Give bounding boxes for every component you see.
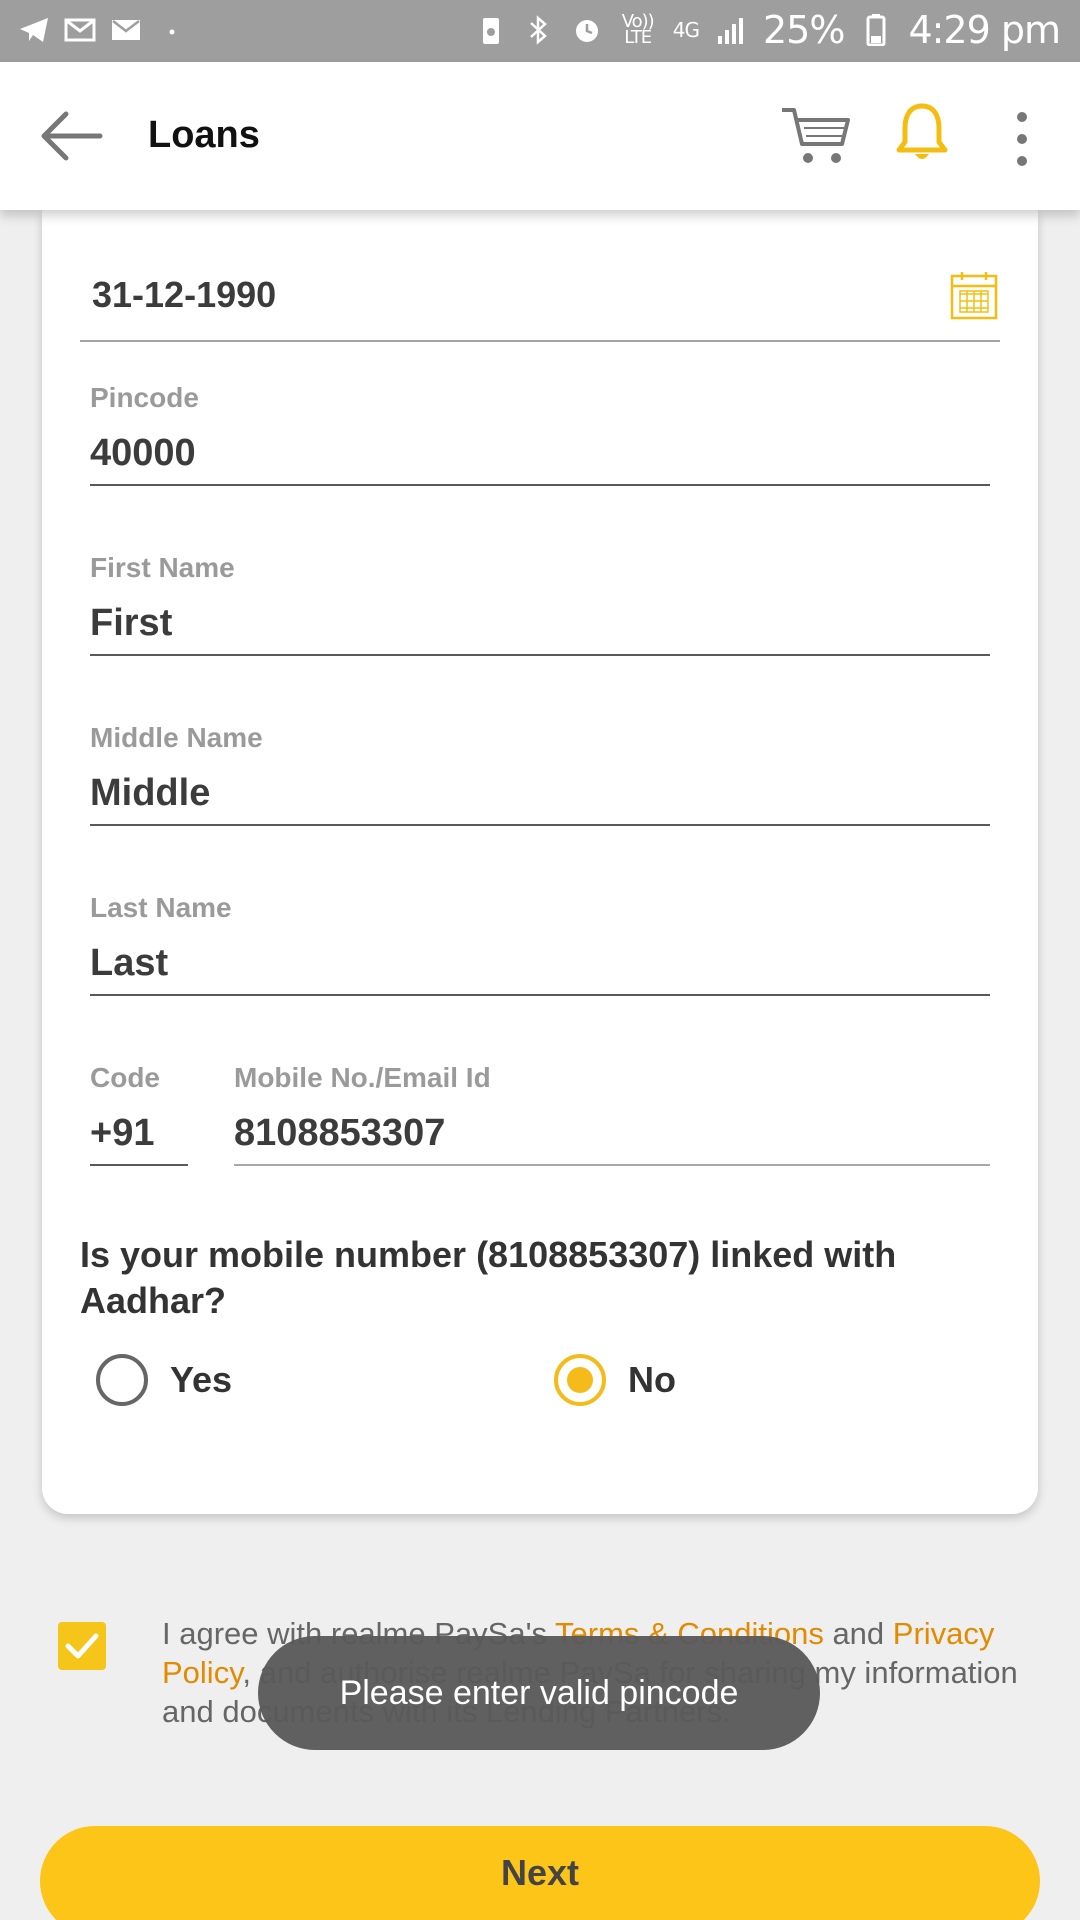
middle-name-label: Middle Name xyxy=(90,722,263,753)
radio-option-no[interactable]: No xyxy=(554,1354,676,1406)
checkmark-icon xyxy=(65,1633,99,1659)
mobile-email-field[interactable]: Mobile No./Email Id 8108853307 xyxy=(234,1062,990,1166)
middle-name-input[interactable]: Middle xyxy=(90,768,990,826)
last-name-field[interactable]: Last Name Last xyxy=(90,892,990,996)
battery-saver-icon xyxy=(482,18,499,44)
radio-option-yes[interactable]: Yes xyxy=(96,1354,232,1406)
agreement-text-part2: and xyxy=(823,1616,893,1651)
mail-icon xyxy=(112,20,140,40)
gmail-icon xyxy=(64,18,96,42)
bluetooth-icon xyxy=(529,15,547,45)
country-code-label: Code xyxy=(90,1062,160,1093)
radio-button-no[interactable] xyxy=(554,1354,606,1406)
battery-icon xyxy=(866,14,886,46)
country-code-input[interactable]: +91 xyxy=(90,1108,188,1166)
mobile-email-input[interactable]: 8108853307 xyxy=(234,1108,990,1166)
radio-button-yes[interactable] xyxy=(96,1354,148,1406)
aadhar-link-question: Is your mobile number (8108853307) linke… xyxy=(80,1234,897,1321)
toast-message: Please enter valid pincode xyxy=(258,1636,820,1750)
first-name-field[interactable]: First Name First xyxy=(90,552,990,656)
more-options-icon[interactable] xyxy=(1004,110,1040,168)
calendar-icon[interactable] xyxy=(950,270,998,320)
mobile-email-label: Mobile No./Email Id xyxy=(234,1062,491,1093)
system-icons: Vo)) LTE 4G 25% 4:29 pm xyxy=(475,8,1061,52)
battery-percent: 25% xyxy=(762,8,845,52)
last-name-input[interactable]: Last xyxy=(90,938,990,996)
volte-indicator: Vo)) LTE xyxy=(621,11,655,48)
notification-bell-icon[interactable] xyxy=(896,102,948,164)
radio-label-yes: Yes xyxy=(170,1359,233,1400)
pincode-input[interactable]: 40000 xyxy=(90,428,990,486)
first-name-label: First Name xyxy=(90,552,235,583)
status-bar: Vo)) LTE 4G 25% 4:29 pm xyxy=(0,0,1080,62)
network-type: 4G xyxy=(672,18,700,42)
notification-icons xyxy=(18,14,188,46)
country-code-field[interactable]: Code +91 xyxy=(90,1062,188,1166)
dot-icon xyxy=(169,29,175,35)
first-name-input[interactable]: First xyxy=(90,598,990,656)
signal-icon xyxy=(717,18,743,44)
page-title: Loans xyxy=(148,114,260,156)
telegram-icon xyxy=(20,18,48,42)
app-bar: Loans xyxy=(0,62,1080,210)
radio-label-no: No xyxy=(628,1359,676,1400)
middle-name-field[interactable]: Middle Name Middle xyxy=(90,722,990,826)
alarm-icon xyxy=(575,20,598,42)
back-arrow-icon[interactable] xyxy=(40,108,104,164)
clock: 4:29 pm xyxy=(908,8,1061,52)
next-button[interactable]: Next xyxy=(40,1826,1040,1920)
pincode-label: Pincode xyxy=(90,382,199,413)
date-of-birth-value: 31-12-1990 xyxy=(92,274,277,315)
date-of-birth-field[interactable]: 31-12-1990 xyxy=(80,250,1000,342)
last-name-label: Last Name xyxy=(90,892,232,923)
pincode-field[interactable]: Pincode 40000 xyxy=(90,382,990,486)
agree-checkbox[interactable] xyxy=(58,1622,106,1670)
cart-icon[interactable] xyxy=(780,106,852,166)
